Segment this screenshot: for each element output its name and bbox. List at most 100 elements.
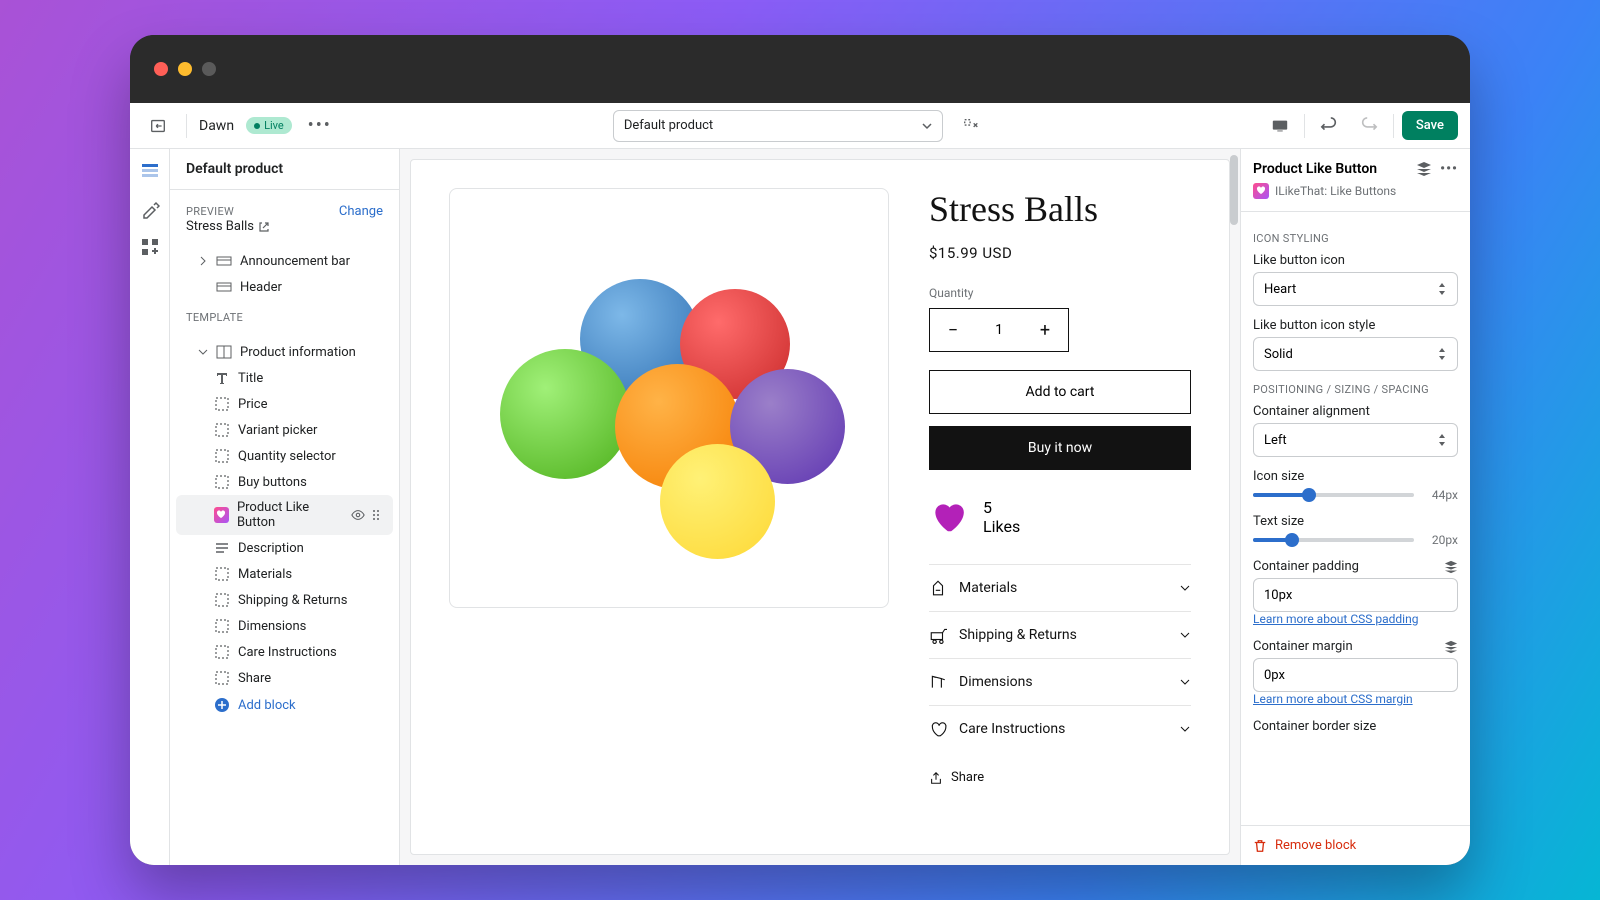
text-size-slider[interactable]: [1253, 538, 1414, 542]
connected-icon[interactable]: [1444, 640, 1458, 654]
icon-field-label: Like button icon: [1253, 253, 1458, 268]
border-label: Container border size: [1253, 719, 1458, 734]
preview-canvas: Stress Balls $15.99 USD Quantity − 1 + A…: [400, 149, 1240, 865]
quantity-stepper: − 1 +: [929, 308, 1069, 352]
icon-style-select[interactable]: Solid: [1253, 337, 1458, 371]
buy-now-button[interactable]: Buy it now: [929, 426, 1191, 470]
live-badge: Live: [246, 117, 292, 134]
accordion-materials[interactable]: Materials: [929, 564, 1191, 611]
divider: [186, 114, 187, 138]
qty-increase-button[interactable]: +: [1022, 320, 1068, 341]
tree-section-header[interactable]: Header: [170, 274, 399, 300]
nav-rail: [130, 149, 170, 865]
template-selector[interactable]: Default product: [613, 110, 943, 142]
save-button[interactable]: Save: [1402, 111, 1458, 140]
canvas-scrollbar[interactable]: [1230, 155, 1238, 225]
tree-block-materials[interactable]: Materials: [170, 561, 399, 587]
select-arrows-icon: [1437, 283, 1447, 295]
tree-block-share[interactable]: Share: [170, 665, 399, 691]
tree-section-product-info[interactable]: Product information: [170, 339, 399, 365]
inspector-app-name: ILikeThat: Like Buttons: [1275, 184, 1396, 198]
tree-block-care-instructions[interactable]: Care Instructions: [170, 639, 399, 665]
tree-block-description[interactable]: Description: [170, 535, 399, 561]
padding-help-link[interactable]: Learn more about CSS padding: [1253, 612, 1418, 626]
icon-size-slider[interactable]: [1253, 493, 1414, 497]
apps-rail-icon[interactable]: [140, 237, 160, 257]
tree-block-variant-picker[interactable]: Variant picker: [170, 417, 399, 443]
layers-icon[interactable]: [1416, 161, 1432, 177]
divider: [1393, 114, 1394, 138]
tree-block-quantity-selector[interactable]: Quantity selector: [170, 443, 399, 469]
topbar: Dawn Live ••• Default product: [130, 103, 1470, 149]
accordion-shipping-returns[interactable]: Shipping & Returns: [929, 611, 1191, 658]
theme-name: Dawn: [199, 118, 234, 134]
template-selector-label: Default product: [624, 118, 713, 133]
alignment-field-label: Container alignment: [1253, 404, 1458, 419]
margin-help-link[interactable]: Learn more about CSS margin: [1253, 692, 1413, 706]
preview-product-name[interactable]: Stress Balls: [186, 219, 383, 234]
accordion-dimensions[interactable]: Dimensions: [929, 658, 1191, 705]
inspector-toggle-button[interactable]: [955, 110, 987, 142]
eye-icon[interactable]: [351, 508, 365, 522]
remove-block-button[interactable]: Remove block: [1241, 825, 1470, 865]
sections-rail-icon[interactable]: [140, 161, 160, 181]
margin-input[interactable]: [1253, 658, 1458, 692]
external-link-icon: [258, 221, 270, 233]
tree-block-title[interactable]: Title: [170, 365, 399, 391]
section-icon-styling: ICON STYLING: [1253, 232, 1458, 245]
window-minimize-dot[interactable]: [178, 62, 192, 76]
tree-block-dimensions[interactable]: Dimensions: [170, 613, 399, 639]
padding-input[interactable]: [1253, 578, 1458, 612]
select-arrows-icon: [1437, 434, 1447, 446]
sidebar: Default product PREVIEW Change Stress Ba…: [170, 149, 400, 865]
exit-editor-button[interactable]: [142, 110, 174, 142]
trash-icon: [1253, 839, 1267, 853]
window-zoom-dot[interactable]: [202, 62, 216, 76]
alignment-select[interactable]: Left: [1253, 423, 1458, 457]
tree-block-buy-buttons[interactable]: Buy buttons: [170, 469, 399, 495]
accordion-icon: [929, 626, 947, 644]
viewport-desktop-button[interactable]: [1264, 110, 1296, 142]
connected-icon[interactable]: [1444, 560, 1458, 574]
more-icon[interactable]: •••: [1440, 161, 1458, 177]
tree-block-shipping-returns[interactable]: Shipping & Returns: [170, 587, 399, 613]
theme-settings-rail-icon[interactable]: [140, 199, 160, 219]
template-label: TEMPLATE: [186, 311, 243, 324]
product-price: $15.99 USD: [929, 244, 1191, 262]
icon-select[interactable]: Heart: [1253, 272, 1458, 306]
tree-block-price[interactable]: Price: [170, 391, 399, 417]
product-image: [449, 188, 889, 608]
like-count: 5: [983, 498, 1020, 517]
accordion-care-instructions[interactable]: Care Instructions: [929, 705, 1191, 752]
qty-decrease-button[interactable]: −: [930, 320, 976, 341]
icon-size-label: Icon size: [1253, 469, 1458, 484]
inspector-title: Product Like Button: [1253, 161, 1377, 177]
change-preview-link[interactable]: Change: [339, 204, 383, 219]
undo-button[interactable]: [1313, 110, 1345, 142]
caret-down-icon: [922, 121, 932, 131]
add-block-button[interactable]: Add block: [170, 691, 399, 719]
like-widget[interactable]: 5 Likes: [929, 498, 1191, 536]
divider: [1304, 114, 1305, 138]
share-button[interactable]: Share: [929, 770, 1191, 785]
text-size-label: Text size: [1253, 514, 1458, 529]
more-actions-button[interactable]: •••: [304, 110, 336, 142]
drag-handle-icon[interactable]: [371, 508, 381, 522]
chevron-down-icon: [1179, 629, 1191, 641]
sidebar-title: Default product: [170, 149, 399, 189]
tree-block-product-like-button[interactable]: Product Like Button: [176, 495, 393, 535]
accordion-icon: [929, 720, 947, 738]
chevron-down-icon: [1179, 676, 1191, 688]
window-close-dot[interactable]: [154, 62, 168, 76]
window-titlebar: [130, 35, 1470, 103]
padding-label: Container padding: [1253, 559, 1458, 574]
select-arrows-icon: [1437, 348, 1447, 360]
section-positioning: POSITIONING / SIZING / SPACING: [1253, 383, 1458, 396]
tree-section-announcement[interactable]: Announcement bar: [170, 248, 399, 274]
add-to-cart-button[interactable]: Add to cart: [929, 370, 1191, 414]
accordion-icon: [929, 579, 947, 597]
redo-button[interactable]: [1353, 110, 1385, 142]
qty-value: 1: [976, 322, 1022, 338]
inspector-panel: Product Like Button ••• ILikeThat: Like …: [1240, 149, 1470, 865]
accordion-icon: [929, 673, 947, 691]
